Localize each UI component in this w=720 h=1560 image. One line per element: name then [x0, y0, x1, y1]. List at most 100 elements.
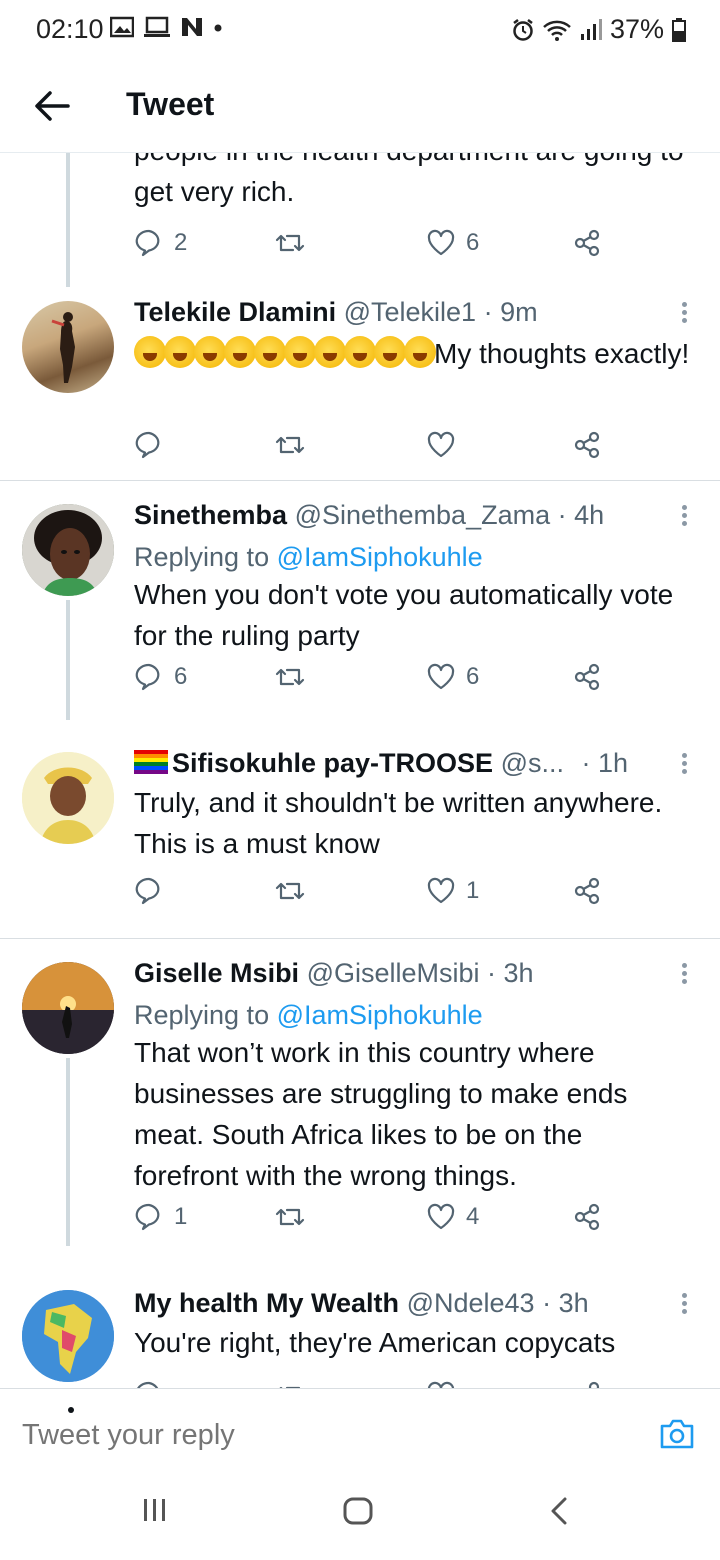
gallery-icon [110, 16, 134, 38]
share-icon [574, 229, 600, 257]
like-button[interactable]: 4 [426, 1202, 479, 1232]
replying-to-link[interactable]: @IamSiphokuhle [277, 1000, 483, 1030]
retweet-icon [279, 1386, 301, 1388]
page-title: Tweet [126, 86, 215, 122]
tweet-time: · 9m [483, 297, 538, 327]
more-options-icon[interactable] [676, 960, 692, 992]
retweet-icon [275, 436, 305, 454]
tweet-header: Telekile Dlamini @Telekile1 · 9m [134, 297, 538, 328]
share-button[interactable] [572, 228, 602, 258]
tweet-item[interactable]: Telekile Dlamini @Telekile1 · 9m My thou… [0, 287, 720, 482]
more-options-icon[interactable] [676, 750, 692, 782]
author-name[interactable]: Sinethemba [134, 500, 287, 530]
status-bar: 02:10 37% [0, 0, 720, 58]
share-icon [574, 1203, 600, 1231]
more-options-icon[interactable] [676, 299, 692, 331]
like-button[interactable]: 6 [426, 662, 479, 692]
author-name[interactable]: My health My Wealth [134, 1288, 399, 1318]
replying-to: Replying to @IamSiphokuhle [134, 542, 483, 573]
replying-to-link[interactable]: @IamSiphokuhle [277, 542, 483, 572]
arrow-left-icon[interactable] [32, 86, 72, 126]
back-icon[interactable] [548, 1496, 570, 1526]
tweet-body: people in the health department are goin… [134, 152, 684, 207]
tweet-time: · 3h [542, 1288, 589, 1318]
reply-button[interactable]: 1 [134, 1202, 187, 1232]
reply-icon [135, 431, 160, 459]
avatar[interactable] [22, 962, 114, 1054]
tweet-body: Truly, and it shouldn't be written anywh… [134, 787, 663, 859]
retweet-icon [275, 668, 305, 686]
avatar-image [22, 504, 114, 596]
reply-icon [135, 663, 160, 691]
avatar[interactable] [22, 301, 114, 393]
reply-icon [135, 877, 160, 905]
divider [0, 480, 720, 481]
author-handle[interactable]: @GiselleMsibi [307, 958, 480, 988]
n-icon [182, 18, 202, 36]
reply-button[interactable] [134, 430, 174, 460]
author-handle[interactable]: @Ndele43 [407, 1288, 535, 1318]
share-button[interactable] [572, 662, 602, 692]
like-button[interactable]: 1 [426, 876, 479, 906]
retweet-button[interactable] [274, 1380, 306, 1388]
dot-icon [214, 24, 222, 32]
author-name[interactable]: Sifisokuhle pay-TROOSE [172, 748, 493, 778]
retweet-button[interactable] [274, 662, 316, 692]
tweet-item[interactable]: My health My Wealth @Ndele43 · 3h You're… [0, 1280, 720, 1388]
reply-button[interactable]: 2 [134, 228, 187, 258]
reply-button[interactable] [134, 876, 174, 906]
tweet-item[interactable]: Giselle Msibi @GiselleMsibi · 3h Replyin… [0, 948, 720, 1268]
reply-icon [137, 1381, 159, 1388]
wifi-icon [543, 20, 571, 41]
avatar-image [22, 1290, 114, 1382]
reply-button[interactable]: 6 [134, 662, 187, 692]
rainbow-flag-icon [134, 750, 168, 774]
tweet-item[interactable]: Sifisokuhle pay-TROOSE @s... · 1h Truly,… [0, 742, 720, 932]
tweet-header: My health My Wealth @Ndele43 · 3h [134, 1288, 589, 1319]
share-icon [588, 1381, 600, 1388]
share-button[interactable] [572, 1202, 602, 1232]
reply-button[interactable] [134, 1380, 164, 1388]
share-button[interactable] [572, 876, 602, 906]
like-button[interactable]: 6 [426, 228, 479, 258]
retweet-button[interactable] [274, 228, 316, 258]
retweet-button[interactable] [274, 430, 316, 460]
reply-count: 6 [174, 663, 188, 690]
tweet-item[interactable]: Sinethemba @Sinethemba_Zama · 4h Replyin… [0, 490, 720, 730]
tweet-text: My thoughts exactly! [434, 338, 690, 369]
author-name[interactable]: Telekile Dlamini [134, 297, 336, 327]
avatar[interactable] [22, 1290, 114, 1382]
tweet-time: · 1h [581, 748, 629, 778]
replying-to-prefix: Replying to [134, 1000, 270, 1030]
avatar[interactable] [22, 504, 114, 596]
retweet-button[interactable] [274, 876, 316, 906]
author-handle[interactable]: @s... [501, 748, 564, 778]
reply-input[interactable] [22, 1419, 622, 1452]
retweet-icon [275, 1208, 305, 1226]
share-icon [574, 663, 600, 691]
tweet-actions: 1 [134, 876, 614, 912]
recents-icon[interactable] [142, 1496, 168, 1524]
more-options-icon[interactable] [676, 502, 692, 534]
replying-to: Replying to @IamSiphokuhle [134, 1000, 483, 1031]
retweet-button[interactable] [274, 1202, 316, 1232]
share-button[interactable] [572, 430, 602, 460]
author-name[interactable]: Giselle Msibi [134, 958, 299, 988]
status-left-icons [110, 16, 222, 38]
reply-composer [0, 1388, 720, 1470]
tweet-item[interactable]: people in the health department are goin… [0, 152, 720, 282]
camera-icon[interactable] [658, 1417, 696, 1451]
heart-icon [427, 663, 455, 690]
author-handle[interactable]: @Telekile1 [344, 297, 476, 327]
author-handle[interactable]: @Sinethemba_Zama [295, 500, 551, 530]
like-button[interactable] [426, 430, 466, 460]
battery-percent: 37% [609, 14, 664, 44]
avatar[interactable] [22, 752, 114, 844]
heart-icon [427, 229, 455, 256]
retweet-icon [275, 882, 305, 900]
tweet-actions [134, 1380, 614, 1388]
more-options-icon[interactable] [676, 1290, 692, 1322]
share-button[interactable] [572, 1380, 602, 1388]
home-icon[interactable] [342, 1496, 374, 1526]
like-button[interactable] [426, 1380, 456, 1388]
